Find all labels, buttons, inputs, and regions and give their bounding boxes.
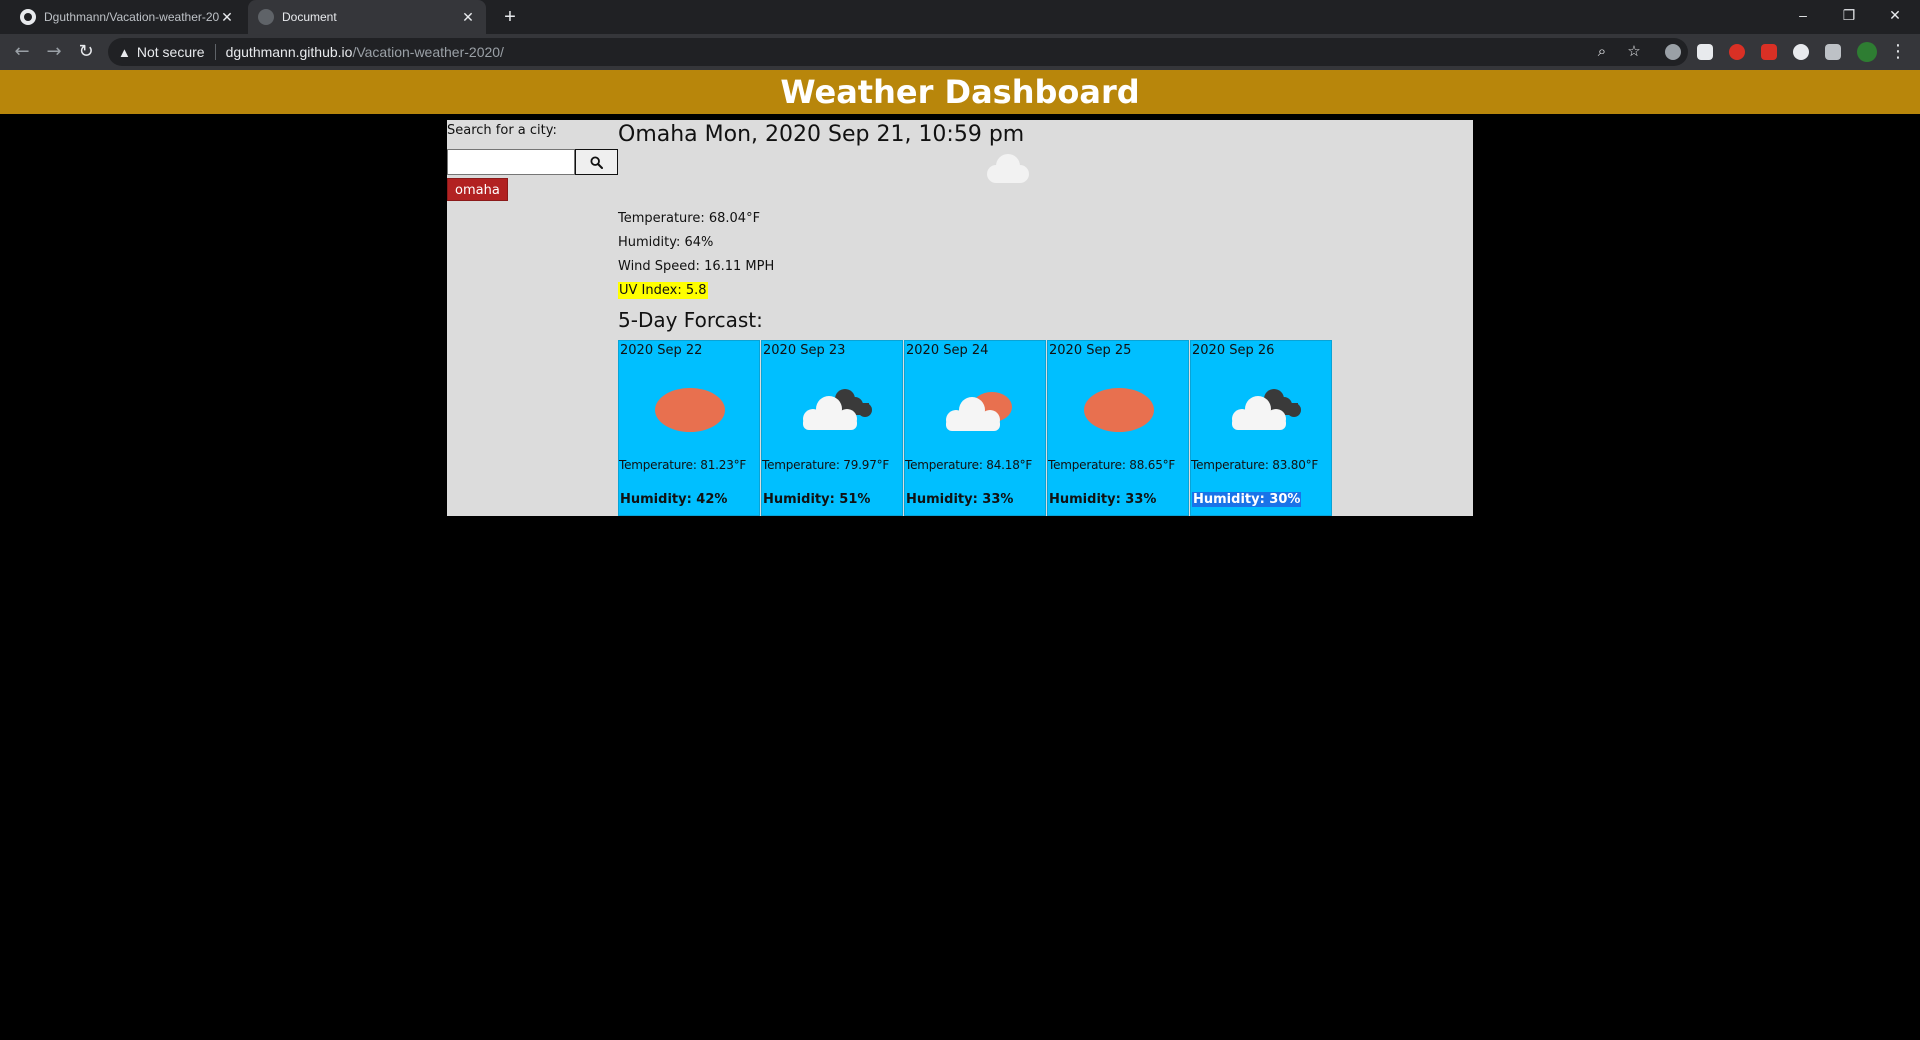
forecast-temperature: Temperature: 81.23°F xyxy=(619,458,747,472)
forecast-card: 2020 Sep 26 Temperature: 83.80°F Humidit… xyxy=(1190,340,1332,516)
omnibox-divider xyxy=(214,44,216,60)
search-button[interactable] xyxy=(575,149,618,175)
current-city-title: Omaha Mon, 2020 Sep 21, 10:59 pm xyxy=(618,122,1025,147)
forecast-humidity: Humidity: 33% xyxy=(906,492,1014,507)
warning-icon: ▲ xyxy=(118,44,131,60)
search-icon xyxy=(590,155,603,169)
forecast-temperature: Temperature: 79.97°F xyxy=(762,458,890,472)
partly-cloudy-icon xyxy=(946,392,1012,431)
url-host: dguthmann.github.io xyxy=(225,44,353,60)
forecast-date: 2020 Sep 24 xyxy=(906,343,989,358)
forecast-temperature: Temperature: 84.18°F xyxy=(905,458,1033,472)
browser-tab-strip: Dguthmann/Vacation-weather-2020 ✕ Docume… xyxy=(0,0,1920,34)
forecast-temperature: Temperature: 83.80°F xyxy=(1191,458,1319,472)
browser-tab-document[interactable]: Document ✕ xyxy=(248,0,486,34)
extension-icon[interactable] xyxy=(1697,44,1713,60)
page-title: Weather Dashboard xyxy=(780,73,1140,111)
forecast-card: 2020 Sep 24 Temperature: 84.18°F Humidit… xyxy=(904,340,1046,516)
close-window-button[interactable]: ✕ xyxy=(1872,0,1918,30)
bookmark-star-icon[interactable]: ☆ xyxy=(1624,42,1644,62)
reload-button[interactable]: ↻ xyxy=(74,40,98,64)
site-header: Weather Dashboard xyxy=(0,70,1920,114)
forecast-card: 2020 Sep 22 Temperature: 81.23°F Humidit… xyxy=(618,340,760,516)
forward-button[interactable]: → xyxy=(42,40,66,64)
forecast-date: 2020 Sep 22 xyxy=(620,343,703,358)
browser-toolbar: ← → ↻ ▲ Not secure dguthmann.github.io /… xyxy=(0,34,1920,70)
new-tab-button[interactable]: + xyxy=(498,5,522,29)
forecast-card: 2020 Sep 25 Temperature: 88.65°F Humidit… xyxy=(1047,340,1189,516)
cloud-icon xyxy=(987,154,1029,183)
forecast-humidity: Humidity: 51% xyxy=(763,492,871,507)
current-wind-speed: Wind Speed: 16.11 MPH xyxy=(618,259,775,274)
extensions-puzzle-icon[interactable] xyxy=(1825,44,1841,60)
sun-icon xyxy=(655,388,725,432)
back-button[interactable]: ← xyxy=(10,40,34,64)
tab-title: Dguthmann/Vacation-weather-2020 xyxy=(44,10,219,24)
forecast-date: 2020 Sep 26 xyxy=(1192,343,1275,358)
forecast-card: 2020 Sep 23 Temperature: 79.97°F Humidit… xyxy=(761,340,903,516)
browser-tab-github[interactable]: Dguthmann/Vacation-weather-2020 ✕ xyxy=(10,0,245,34)
current-temperature: Temperature: 68.04°F xyxy=(618,211,761,226)
sun-icon xyxy=(1084,388,1154,432)
forecast-humidity: Humidity: 33% xyxy=(1049,492,1157,507)
security-label[interactable]: Not secure xyxy=(137,44,205,60)
forecast-date: 2020 Sep 23 xyxy=(763,343,846,358)
extension-icon[interactable] xyxy=(1665,44,1681,60)
zoom-icon[interactable]: ⌕ xyxy=(1592,42,1612,62)
minimize-button[interactable]: – xyxy=(1780,0,1826,30)
extension-icon[interactable] xyxy=(1729,44,1745,60)
history-city-button[interactable]: omaha xyxy=(447,178,508,201)
forecast-humidity: Humidity: 30% xyxy=(1192,492,1302,507)
profile-avatar[interactable] xyxy=(1857,42,1877,62)
url-path: /Vacation-weather-2020/ xyxy=(352,44,504,60)
cloudy-icon xyxy=(803,389,872,430)
forecast-temperature: Temperature: 88.65°F xyxy=(1048,458,1176,472)
dashboard-panel: Search for a city: omaha Omaha Mon, 2020… xyxy=(447,120,1473,516)
forecast-date: 2020 Sep 25 xyxy=(1049,343,1132,358)
github-icon xyxy=(20,9,36,25)
tab-title: Document xyxy=(282,10,337,24)
restore-button[interactable]: ❐ xyxy=(1826,0,1872,30)
current-humidity: Humidity: 64% xyxy=(618,235,714,250)
uv-index-badge: UV Index: 5.8 xyxy=(618,282,708,299)
city-search-input[interactable] xyxy=(447,149,575,175)
globe-icon xyxy=(258,9,274,25)
browser-menu-icon[interactable]: ⋮ xyxy=(1886,40,1910,64)
forecast-title: 5-Day Forcast: xyxy=(618,308,763,332)
forecast-cards: 2020 Sep 22 Temperature: 81.23°F Humidit… xyxy=(618,340,1333,516)
forecast-humidity: Humidity: 42% xyxy=(620,492,728,507)
close-tab-icon[interactable]: ✕ xyxy=(460,9,476,26)
address-bar[interactable]: ▲ Not secure dguthmann.github.io /Vacati… xyxy=(108,38,1688,66)
search-label: Search for a city: xyxy=(447,123,557,138)
extension-icon[interactable] xyxy=(1793,44,1809,60)
cloudy-icon xyxy=(1232,389,1301,430)
extension-icon[interactable] xyxy=(1761,44,1777,60)
close-tab-icon[interactable]: ✕ xyxy=(219,9,235,26)
